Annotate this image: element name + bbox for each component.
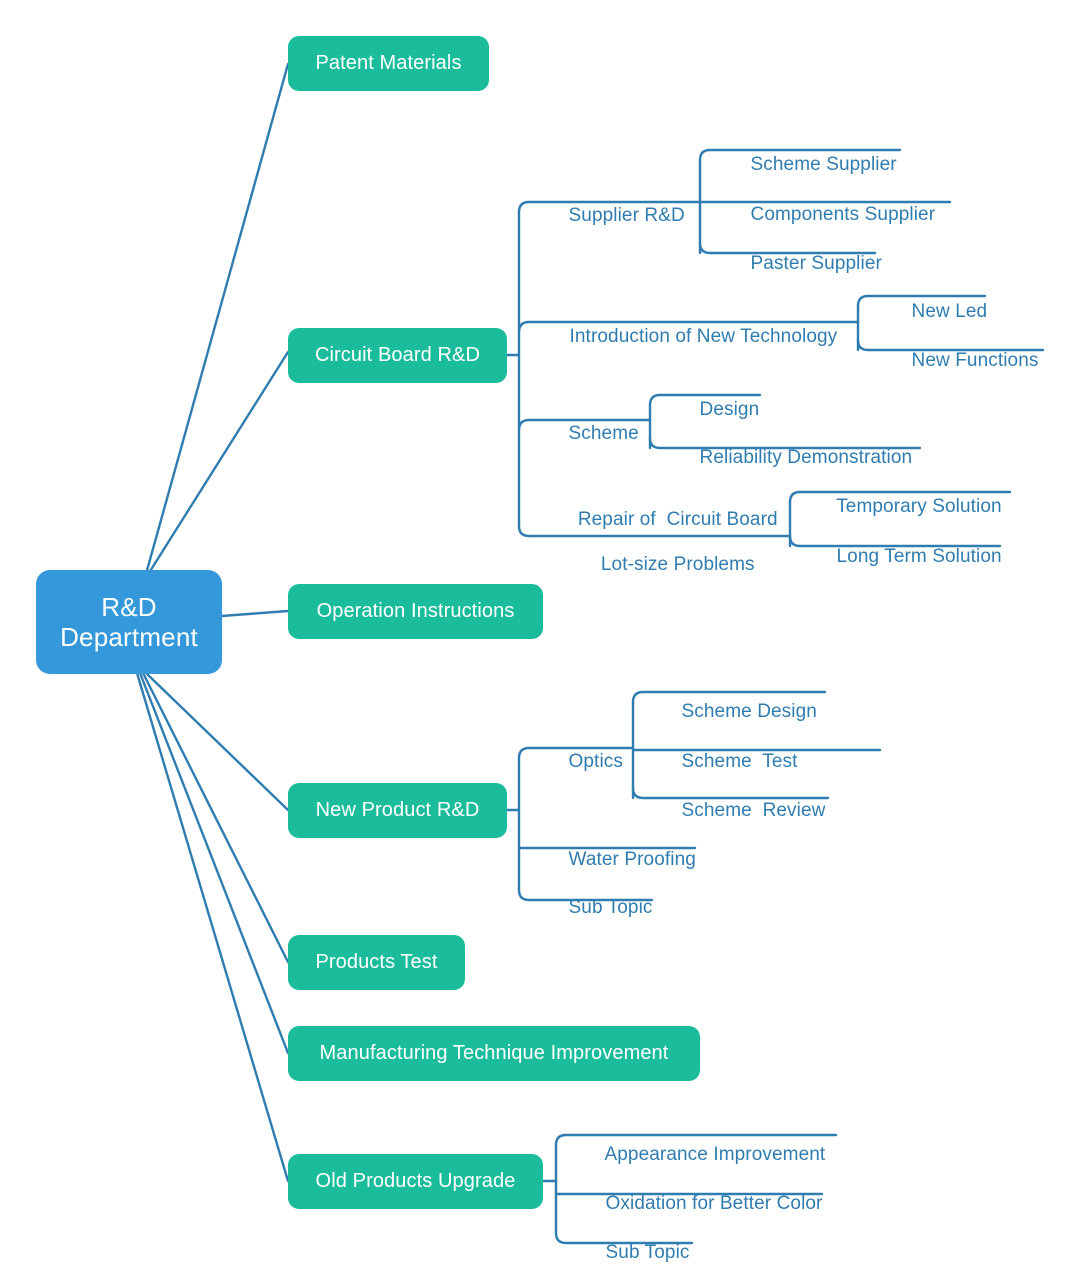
sub-topic-label: New Functions [911, 350, 1039, 372]
sub-topic-label-line1: Repair of Circuit Board [577, 508, 778, 530]
sub-topic-label: Optics [568, 751, 623, 773]
sub-topic-label: Sub Topic [568, 897, 653, 919]
sub-topic-label: Long Term Solution [836, 546, 1002, 568]
main-node-label: Patent Materials [315, 52, 462, 74]
main-node-label: Operation Instructions [316, 600, 515, 622]
sub-topic-repair-of-circuit-board-lot-size-problems[interactable]: Repair of Circuit Board Lot-size Problem… [547, 486, 787, 600]
main-node-circuit-board-rd[interactable]: Circuit Board R&D [288, 328, 507, 383]
sub-topic-introduction-of-new-technology[interactable]: Introduction of New Technology [548, 304, 838, 371]
connector-root-to-products-test [141, 671, 290, 964]
connector-root-to-manufacturing [138, 671, 290, 1055]
sub-topic-label: Paster Supplier [750, 253, 882, 275]
root-label-line2: Department [60, 622, 198, 652]
main-node-new-product-rd[interactable]: New Product R&D [288, 783, 507, 838]
sub-topic-label: Appearance Improvement [604, 1144, 826, 1166]
sub-topic-new-functions[interactable]: New Functions [890, 328, 1039, 395]
main-node-operation-instructions[interactable]: Operation Instructions [288, 584, 543, 639]
sub-topic-sub-topic-new-product[interactable]: Sub Topic [547, 875, 653, 942]
main-node-label: New Product R&D [315, 799, 480, 821]
sub-topic-supplier-rd[interactable]: Supplier R&D [547, 183, 685, 250]
sub-topic-label: Scheme Design [681, 701, 817, 723]
main-node-label: Circuit Board R&D [314, 344, 481, 366]
sub-topic-label: Oxidation for Better Color [605, 1193, 823, 1215]
sub-topic-label: Scheme Supplier [750, 154, 897, 176]
connector-root-to-new-product-rd [144, 671, 290, 812]
connector-root-to-operation-instructions [220, 609, 290, 618]
mindmap-canvas: R&D Department Patent Materials Circuit … [0, 0, 1078, 1280]
sub-topic-label: Scheme Test [681, 751, 798, 773]
sub-topic-scheme[interactable]: Scheme [547, 401, 639, 468]
sub-topic-label: Components Supplier [750, 204, 936, 226]
sub-topic-label: Introduction of New Technology [569, 326, 838, 348]
main-node-label: Products Test [315, 951, 438, 973]
connector-root-to-old-products-upgrade [135, 671, 290, 1183]
root-node-rd-department[interactable]: R&D Department [36, 570, 222, 674]
sub-topic-long-term-solution[interactable]: Long Term Solution [815, 524, 1002, 591]
sub-topic-label: Water Proofing [568, 849, 696, 871]
sub-topic-label: Design [699, 399, 760, 421]
sub-topic-label: New Led [911, 301, 988, 323]
main-node-manufacturing-technique-improvement[interactable]: Manufacturing Technique Improvement [288, 1026, 700, 1081]
sub-topic-label: Scheme Review [681, 800, 826, 822]
main-node-old-products-upgrade[interactable]: Old Products Upgrade [288, 1154, 543, 1209]
sub-topic-label: Scheme [568, 423, 639, 445]
sub-topic-label: Supplier R&D [568, 205, 685, 227]
sub-topic-optics[interactable]: Optics [547, 729, 623, 796]
sub-topic-label: Temporary Solution [836, 496, 1002, 518]
sub-topic-label-line2: Lot-size Problems [600, 554, 755, 576]
main-node-label: Old Products Upgrade [315, 1170, 516, 1192]
sub-topic-sub-topic-old-products[interactable]: Sub Topic [584, 1220, 690, 1287]
sub-topic-paster-supplier[interactable]: Paster Supplier [729, 231, 882, 298]
connector-root-to-circuit-board-rd [145, 350, 290, 578]
main-node-label: Manufacturing Technique Improvement [319, 1042, 669, 1064]
connector-root-to-patent-materials [144, 62, 290, 576]
main-node-patent-materials[interactable]: Patent Materials [288, 36, 489, 91]
main-node-products-test[interactable]: Products Test [288, 935, 465, 990]
sub-topic-label: Reliability Demonstration [699, 447, 913, 469]
root-label-line1: R&D [101, 591, 157, 622]
sub-topic-label: Sub Topic [605, 1242, 690, 1264]
